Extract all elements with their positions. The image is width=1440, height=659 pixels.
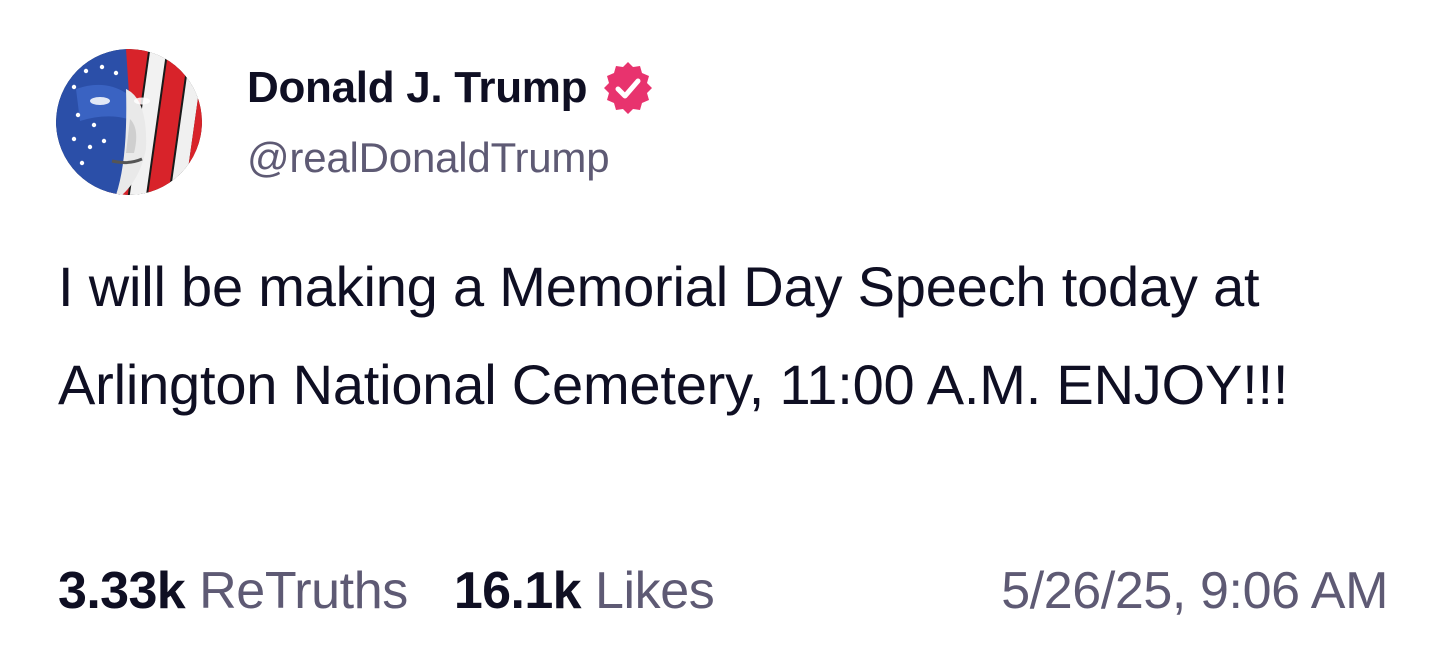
post-stats-bar: 3.33k ReTruths 16.1k Likes 5/26/25, 9:06… (58, 556, 1388, 626)
avatar-image (56, 49, 202, 195)
retruths-stat[interactable]: 3.33k ReTruths (58, 561, 408, 621)
post-body-text: I will be making a Memorial Day Speech t… (58, 255, 1289, 416)
likes-label: Likes (595, 562, 715, 620)
author-name-row: Donald J. Trump (247, 58, 656, 118)
retruths-label: ReTruths (199, 562, 408, 620)
author-block: Donald J. Trump @realDonaldTrump (247, 58, 656, 182)
verified-badge-icon (600, 60, 656, 116)
retruths-count: 3.33k (58, 562, 186, 620)
likes-count: 16.1k (453, 562, 582, 620)
author-handle[interactable]: @realDonaldTrump (247, 134, 656, 182)
post-card: Donald J. Trump @realDonaldTrump I will … (0, 0, 1440, 659)
post-timestamp[interactable]: 5/26/25, 9:06 AM (1001, 561, 1388, 621)
likes-stat[interactable]: 16.1k Likes (454, 561, 715, 621)
avatar[interactable] (56, 49, 202, 195)
author-display-name[interactable]: Donald J. Trump (247, 63, 588, 113)
